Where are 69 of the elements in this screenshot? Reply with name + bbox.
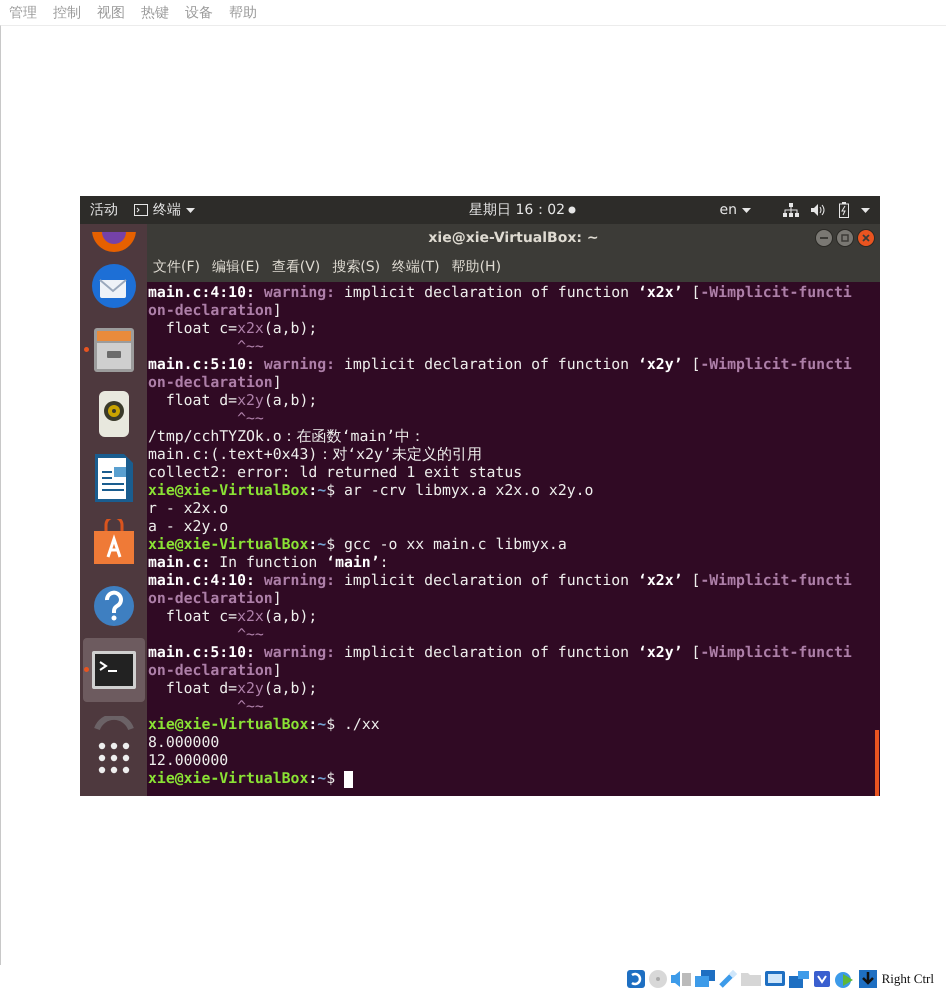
terminal-line: r - x2x.o [148,500,228,518]
close-icon [862,234,870,242]
minimize-icon [820,237,828,239]
display-icon [764,968,786,988]
minimize-button[interactable] [815,229,833,247]
terminal-line: float c=x2x(a,b); [164,320,318,338]
terminal-line: main.c:5:10: warning: implicit declaration of function ‘x2y’ [-Wimplicit-functi [148,356,852,374]
terminal-line: ^~~ [236,338,264,356]
usb-icon [718,968,738,988]
terminal-line: main.c:4:10: warning: implicit declaration of function ‘x2x’ [-Wimplicit-functi [148,284,852,302]
terminal-line: a - x2y.o [148,518,228,536]
menu-item[interactable]: 编辑(E) [212,258,260,276]
app-grid-icon [96,741,130,775]
terminal-line: float d=x2y(a,b); [164,680,318,698]
terminal-line: ^~~ [236,626,264,644]
terminal-icon [134,204,148,216]
host-key-label: Right Ctrl [882,970,934,986]
help-icon [92,585,134,627]
terminal-line: collect2: error: ld returned 1 exit status [148,464,522,482]
speaker-icon [670,968,692,988]
scrollbar[interactable] [875,730,879,796]
terminal-line: main.c:(.text+0x43)：对‘x2y’未定义的引用 [148,446,482,464]
terminal-line: on-declaration] [148,590,282,608]
notification-dot-icon [568,206,576,214]
menu-item[interactable]: 终端(T) [392,258,440,276]
chip-icon [812,968,832,988]
window-title: xie@xie-VirtualBox: ~ [428,230,599,246]
terminal-line: /tmp/cchTYZOk.o：在函数‘main’中： [148,428,426,446]
clock[interactable]: 星期日 16：02 [469,201,566,219]
terminal-line: float d=x2y(a,b); [164,392,318,410]
battery-icon[interactable] [839,202,849,218]
document-icon [94,453,134,503]
maximize-button[interactable] [836,229,854,247]
terminal-line: main.c:4:10: warning: implicit declaration of function ‘x2x’ [-Wimplicit-functi [148,572,852,590]
menu-item[interactable]: 帮助(H) [452,258,502,276]
terminal-line: float c=x2x(a,b); [164,608,318,626]
shopping-bag-icon [92,519,136,565]
arc-icon [94,716,134,730]
caret-icon [186,208,195,212]
terminal-line: 12.000000 [148,752,228,770]
terminal-line: main.c: In function ‘main’: [148,554,389,572]
file-cabinet-icon [92,327,136,373]
menu-item[interactable]: 查看(V) [272,258,320,276]
caret-icon [742,208,751,212]
menu-item[interactable]: 搜索(S) [332,258,380,276]
terminal-icon [90,650,136,690]
terminal-line: ^~~ [236,698,264,716]
mail-icon [90,262,138,310]
prompt-line: xie@xie-VirtualBox:~$ ar -crv libmyx.a x2x.o x2y.o [148,482,594,500]
terminal-line: on-declaration] [148,374,282,392]
activities-button[interactable]: 活动 [90,201,118,219]
download-icon [858,968,878,988]
optical-disc-icon [648,968,668,988]
prompt-line: xie@xie-VirtualBox:~$ gcc -o xx main.c libmyx.a [148,536,567,554]
prompt-line: xie@xie-VirtualBox:~$ ./xx [148,716,380,734]
input-source-menu[interactable]: en [720,202,751,218]
prompt-line: xie@xie-VirtualBox:~$ [148,770,336,788]
globe-icon [90,232,138,254]
volume-icon[interactable] [811,203,827,217]
close-button[interactable] [857,229,875,247]
maximize-icon [841,234,849,242]
menu-item[interactable]: 文件(F) [153,258,200,276]
terminal-line: main.c:5:10: warning: implicit declaration of function ‘x2y’ [-Wimplicit-functi [148,644,852,662]
terminal-line: on-declaration] [148,302,282,320]
terminal-line: ^~~ [236,410,264,428]
app-menu[interactable]: 终端 [134,201,195,219]
terminal-line: 8.000000 [148,734,220,752]
terminal-line: on-declaration] [148,662,282,680]
caret-icon[interactable] [861,208,870,212]
